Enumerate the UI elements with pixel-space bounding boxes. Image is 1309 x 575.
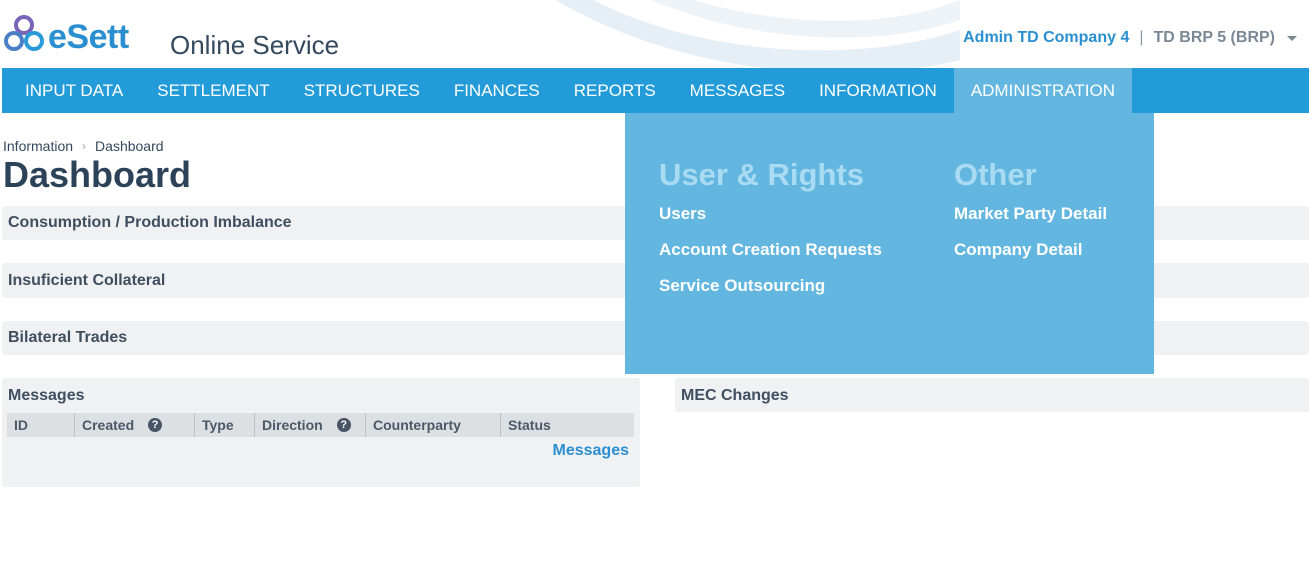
nav-structures[interactable]: STRUCTURES: [287, 68, 437, 113]
brand-name[interactable]: eSett: [48, 18, 129, 57]
nav-settlement[interactable]: SETTLEMENT: [140, 68, 286, 113]
dropdown-heading-user-rights: User & Rights: [659, 157, 864, 192]
column-direction[interactable]: Direction?: [255, 413, 366, 437]
column-created[interactable]: Created?: [75, 413, 195, 437]
nav-administration[interactable]: ADMINISTRATION: [953, 68, 1132, 113]
menu-item-market-party-detail[interactable]: Market Party Detail: [954, 204, 1107, 224]
messages-panel: Messages ID Created? Type Direction? Cou…: [2, 378, 640, 487]
nav-reports[interactable]: REPORTS: [557, 68, 673, 113]
column-type[interactable]: Type: [195, 413, 255, 437]
chevron-right-icon: ›: [82, 139, 87, 153]
header-swoosh-decoration: [555, 0, 960, 68]
user-separator: |: [1139, 29, 1144, 46]
column-counterparty[interactable]: Counterparty: [366, 413, 501, 437]
main-navbar: INPUT DATA SETTLEMENT STRUCTURES FINANCE…: [2, 68, 1309, 113]
user-name[interactable]: Admin TD Company 4: [963, 29, 1129, 47]
collateral-panel-title[interactable]: Insuficient Collateral: [8, 272, 165, 290]
page-title: Dashboard: [3, 154, 192, 195]
imbalance-panel-title[interactable]: Consumption / Production Imbalance: [8, 214, 292, 232]
user-role[interactable]: TD BRP 5 (BRP): [1154, 29, 1276, 47]
mec-changes-panel: MEC Changes: [675, 378, 1309, 412]
nav-information[interactable]: INFORMATION: [802, 68, 954, 113]
breadcrumb-dashboard: Dashboard: [95, 138, 164, 154]
column-id[interactable]: ID: [7, 413, 75, 437]
messages-table-header: ID Created? Type Direction? Counterparty…: [7, 413, 634, 437]
administration-dropdown-menu: User & Rights Users Account Creation Req…: [625, 113, 1154, 374]
breadcrumb-information[interactable]: Information: [3, 138, 73, 154]
nav-messages[interactable]: MESSAGES: [673, 68, 802, 113]
messages-panel-title[interactable]: Messages: [8, 387, 85, 405]
nav-input-data[interactable]: INPUT DATA: [2, 68, 140, 113]
chevron-down-icon[interactable]: [1287, 35, 1297, 41]
menu-item-account-creation-requests[interactable]: Account Creation Requests: [659, 240, 882, 260]
help-icon[interactable]: ?: [336, 418, 351, 432]
column-status[interactable]: Status: [501, 413, 634, 437]
mec-changes-panel-title[interactable]: MEC Changes: [681, 387, 789, 405]
dropdown-heading-other: Other: [954, 157, 1037, 192]
breadcrumb: Information › Dashboard: [3, 138, 164, 154]
dropdown-column-user-rights: User & Rights Users Account Creation Req…: [659, 157, 882, 312]
app-title: Online Service: [170, 30, 340, 60]
dropdown-column-other: Other Market Party Detail Company Detail: [954, 157, 1107, 276]
menu-item-users[interactable]: Users: [659, 204, 882, 224]
bilateral-trades-panel-title[interactable]: Bilateral Trades: [8, 329, 127, 347]
nav-finances[interactable]: FINANCES: [437, 68, 557, 113]
messages-link[interactable]: Messages: [553, 442, 630, 460]
user-menu[interactable]: Admin TD Company 4 | TD BRP 5 (BRP): [963, 29, 1297, 47]
help-icon[interactable]: ?: [148, 418, 163, 432]
header: eSett Online Service Admin TD Company 4 …: [0, 0, 1309, 68]
menu-item-company-detail[interactable]: Company Detail: [954, 240, 1107, 260]
menu-item-service-outsourcing[interactable]: Service Outsourcing: [659, 276, 882, 296]
esett-logo-icon: [4, 15, 44, 51]
